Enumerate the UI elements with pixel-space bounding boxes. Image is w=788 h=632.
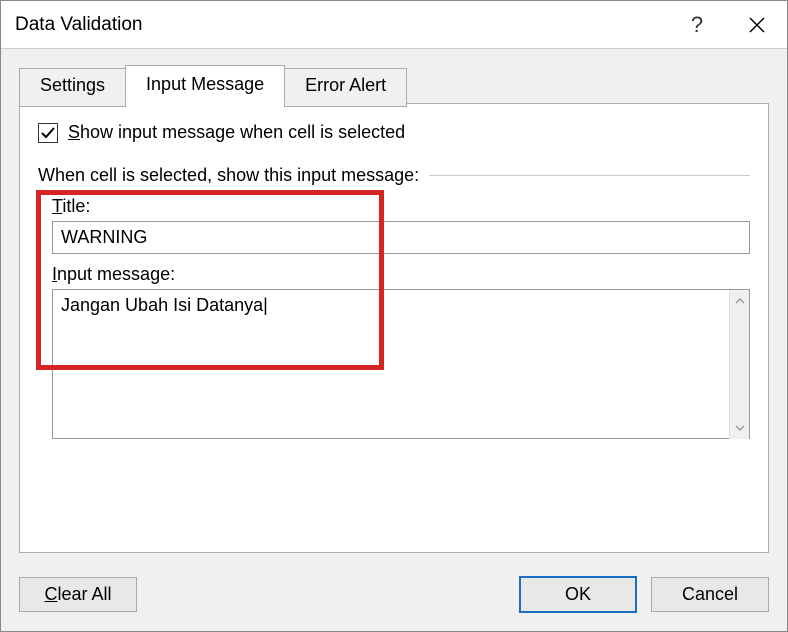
close-icon [748, 16, 766, 34]
input-message-label: Input message: [52, 264, 750, 285]
title-input[interactable] [52, 221, 750, 254]
fields-group: Title: Input message: [38, 196, 750, 444]
tab-error-alert-label: Error Alert [305, 75, 386, 95]
cancel-button[interactable]: Cancel [651, 577, 769, 612]
data-validation-dialog: Data Validation ? Settings Input Message… [0, 0, 788, 632]
dialog-buttons: Clear All OK Cancel [1, 566, 787, 631]
section-header-text: When cell is selected, show this input m… [38, 165, 419, 186]
titlebar: Data Validation ? [1, 1, 787, 49]
ok-button-label: OK [565, 584, 591, 604]
show-message-row: Show input message when cell is selected [38, 122, 750, 143]
divider-line [429, 175, 750, 176]
input-message-textarea[interactable] [52, 289, 750, 439]
show-message-checkbox[interactable] [38, 123, 58, 143]
input-message-wrap [52, 289, 750, 444]
tab-input-message[interactable]: Input Message [125, 65, 285, 104]
close-button[interactable] [727, 1, 787, 49]
tab-settings-label: Settings [40, 75, 105, 95]
show-message-label: Show input message when cell is selected [68, 122, 405, 143]
dialog-title: Data Validation [15, 14, 667, 36]
tab-settings[interactable]: Settings [19, 68, 126, 107]
scroll-up-icon[interactable] [730, 290, 749, 312]
scroll-down-icon[interactable] [730, 417, 749, 439]
title-label: Title: [52, 196, 750, 217]
help-button[interactable]: ? [667, 1, 727, 49]
clear-all-button[interactable]: Clear All [19, 577, 137, 612]
ok-button[interactable]: OK [519, 576, 637, 613]
tab-strip: Settings Input Message Error Alert [19, 65, 769, 104]
tab-panel-input-message: Show input message when cell is selected… [19, 103, 769, 553]
textarea-scrollbar[interactable] [729, 290, 749, 439]
tab-error-alert[interactable]: Error Alert [284, 68, 407, 107]
help-icon: ? [691, 12, 703, 38]
cancel-button-label: Cancel [682, 584, 738, 604]
tab-input-message-label: Input Message [146, 74, 264, 94]
checkmark-icon [40, 125, 56, 141]
section-header: When cell is selected, show this input m… [38, 165, 750, 186]
dialog-content: Settings Input Message Error Alert Show … [1, 49, 787, 566]
